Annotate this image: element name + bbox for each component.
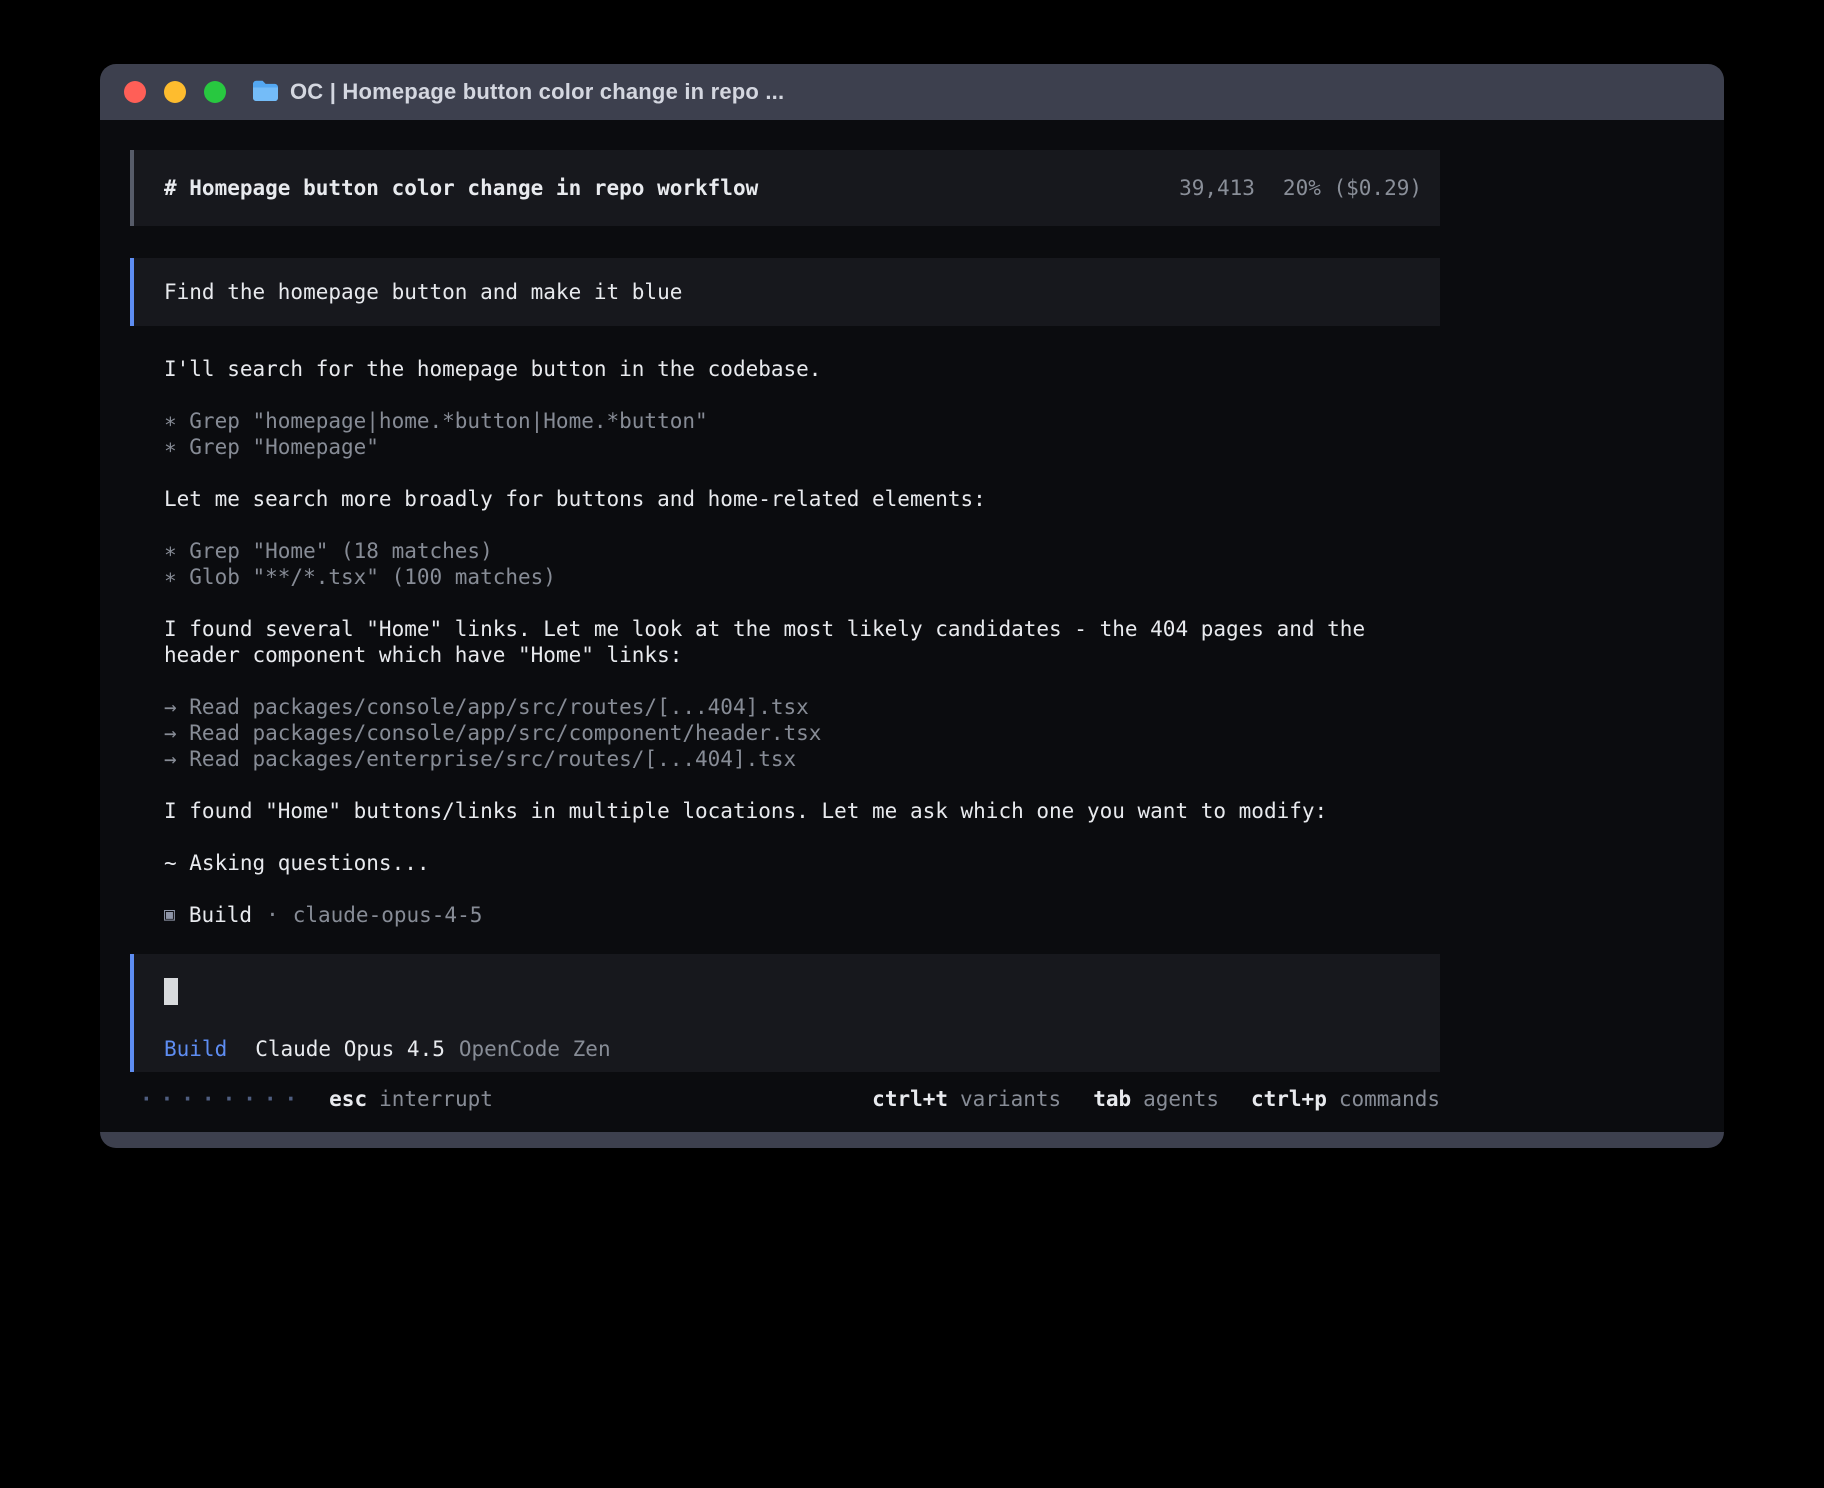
commands-label: commands bbox=[1339, 1086, 1440, 1112]
statusbar: ········ esc interrupt ctrl+t variants t… bbox=[130, 1086, 1440, 1112]
agents-hint: tab agents bbox=[1093, 1086, 1219, 1112]
variants-label: variants bbox=[960, 1086, 1061, 1112]
agent-icon: ▣ bbox=[164, 902, 175, 928]
variants-key-hint: ctrl+t bbox=[872, 1086, 948, 1112]
session-title: # Homepage button color change in repo w… bbox=[164, 176, 758, 200]
agents-label: agents bbox=[1143, 1086, 1219, 1112]
agent-status-line: ▣ Build · claude-opus-4-5 bbox=[164, 902, 1440, 928]
agent-name: Build bbox=[189, 902, 252, 928]
input-footer: Build Claude Opus 4.5 OpenCode Zen bbox=[164, 1037, 1410, 1061]
text-cursor-icon bbox=[164, 978, 178, 1005]
mode-label: Build bbox=[164, 1037, 227, 1061]
assistant-text: header component which have "Home" links… bbox=[164, 642, 1440, 668]
esc-key-hint: esc bbox=[329, 1086, 367, 1112]
assistant-text: Let me search more broadly for buttons a… bbox=[164, 486, 1440, 512]
assistant-text: I'll search for the homepage button in t… bbox=[164, 356, 1440, 382]
user-message: Find the homepage button and make it blu… bbox=[130, 258, 1440, 326]
esc-action-label: interrupt bbox=[379, 1086, 493, 1112]
prompt-input[interactable]: Build Claude Opus 4.5 OpenCode Zen bbox=[130, 954, 1440, 1072]
commands-hint: ctrl+p commands bbox=[1251, 1086, 1440, 1112]
terminal-screen[interactable]: # Homepage button color change in repo w… bbox=[100, 120, 1724, 1132]
assistant-text: I found "Home" buttons/links in multiple… bbox=[164, 798, 1440, 824]
separator-dot-icon: · bbox=[266, 902, 279, 928]
token-count: 39,413 bbox=[1179, 176, 1255, 200]
esc-hint: esc interrupt bbox=[329, 1086, 493, 1112]
titlebar[interactable]: OC | Homepage button color change in rep… bbox=[100, 64, 1724, 120]
title-group: OC | Homepage button color change in rep… bbox=[252, 79, 784, 105]
agents-key-hint: tab bbox=[1093, 1086, 1131, 1112]
commands-key-hint: ctrl+p bbox=[1251, 1086, 1327, 1112]
statusbar-left: ········ esc interrupt bbox=[140, 1086, 493, 1112]
traffic-lights bbox=[124, 81, 226, 103]
conversation: I'll search for the homepage button in t… bbox=[164, 356, 1440, 928]
tool-call-read: → Read packages/console/app/src/componen… bbox=[164, 720, 1440, 746]
close-button[interactable] bbox=[124, 81, 146, 103]
working-status: ~ Asking questions... bbox=[164, 850, 1440, 876]
session-header: # Homepage button color change in repo w… bbox=[130, 150, 1440, 226]
agent-model: claude-opus-4-5 bbox=[293, 902, 483, 928]
context-usage: 20% ($0.29) bbox=[1283, 176, 1422, 200]
window-title: OC | Homepage button color change in rep… bbox=[290, 79, 784, 105]
tool-call-grep: ∗ Grep "Homepage" bbox=[164, 434, 1440, 460]
variants-hint: ctrl+t variants bbox=[872, 1086, 1061, 1112]
tool-call-grep: ∗ Grep "Home" (18 matches) bbox=[164, 538, 1440, 564]
tool-call-glob: ∗ Glob "**/*.tsx" (100 matches) bbox=[164, 564, 1440, 590]
zoom-button[interactable] bbox=[204, 81, 226, 103]
tool-call-read: → Read packages/enterprise/src/routes/[.… bbox=[164, 746, 1440, 772]
minimize-button[interactable] bbox=[164, 81, 186, 103]
folder-icon bbox=[252, 79, 279, 105]
user-message-text: Find the homepage button and make it blu… bbox=[164, 280, 682, 304]
model-label: Claude Opus 4.5 bbox=[255, 1037, 445, 1061]
tool-call-read: → Read packages/console/app/src/routes/[… bbox=[164, 694, 1440, 720]
provider-label: OpenCode Zen bbox=[459, 1037, 611, 1061]
spinner-dots-icon: ········ bbox=[140, 1086, 305, 1112]
tool-call-grep: ∗ Grep "homepage|home.*button|Home.*butt… bbox=[164, 408, 1440, 434]
session-stats: 39,413 20% ($0.29) bbox=[1179, 176, 1422, 200]
assistant-text: I found several "Home" links. Let me loo… bbox=[164, 616, 1440, 642]
terminal-window: OC | Homepage button color change in rep… bbox=[100, 64, 1724, 1148]
statusbar-right: ctrl+t variants tab agents ctrl+p comman… bbox=[872, 1086, 1440, 1112]
